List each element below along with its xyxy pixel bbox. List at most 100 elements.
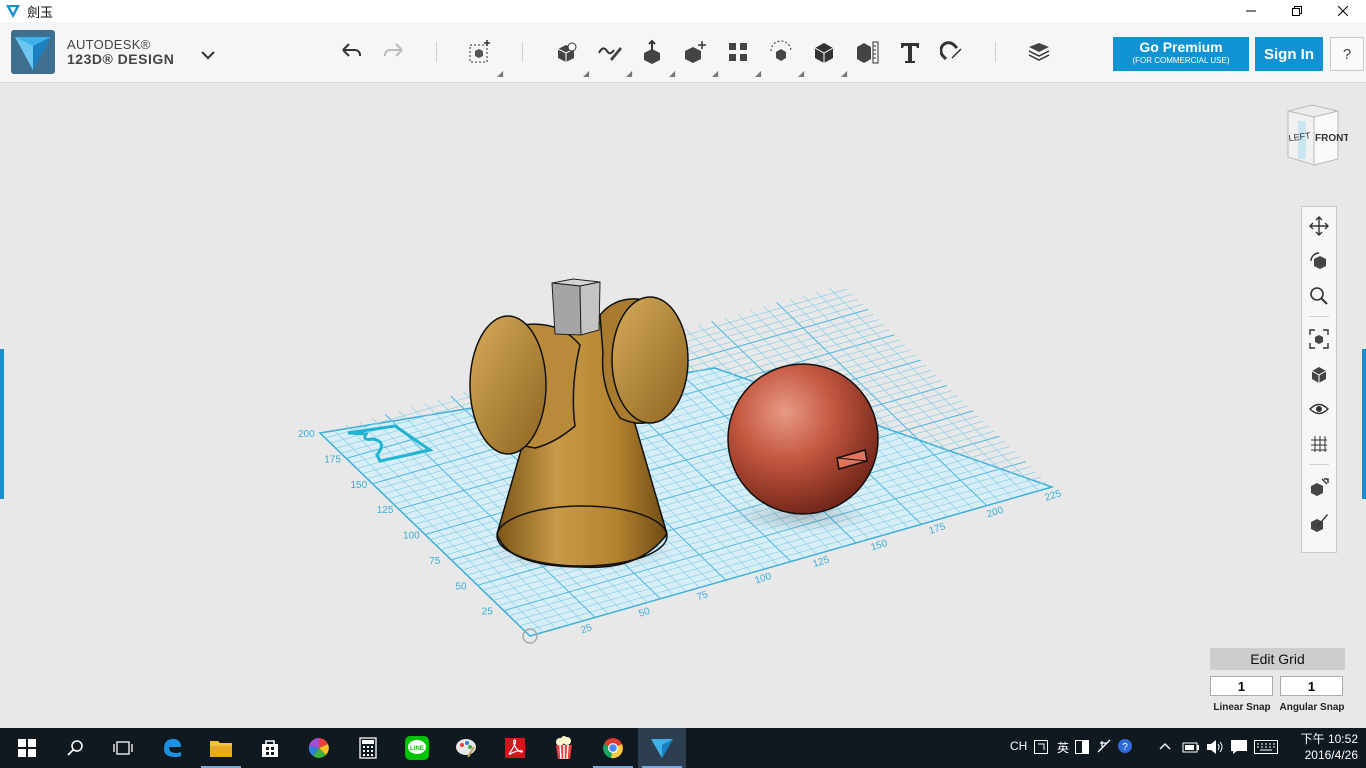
action-center-icon[interactable] <box>1230 739 1248 755</box>
snap-nav-button[interactable] <box>1306 474 1332 500</box>
visibility-button[interactable] <box>1306 396 1332 422</box>
go-premium-button[interactable]: Go Premium (FOR COMMERCIAL USE) <box>1113 37 1249 71</box>
show-hidden-icons-icon[interactable] <box>1158 741 1172 751</box>
kendama-ball[interactable] <box>727 363 879 515</box>
combine-button[interactable] <box>808 36 840 68</box>
edge-icon <box>164 739 181 757</box>
viewcube-front-label[interactable]: FRONT <box>1315 133 1349 144</box>
text-button[interactable] <box>894 36 926 68</box>
linear-snap-input[interactable]: 1 <box>1210 676 1273 696</box>
fit-icon <box>1309 329 1329 349</box>
materials-button[interactable] <box>1023 36 1055 68</box>
help-button[interactable]: ? <box>1330 37 1364 71</box>
grid-tick-label: 150 <box>870 538 890 554</box>
chevron-down-icon[interactable] <box>199 49 217 61</box>
grid-tick-label: 100 <box>754 571 774 587</box>
123d-logo-icon[interactable] <box>11 30 55 74</box>
grid-tick-label: 200 <box>986 505 1006 521</box>
kendama-spike-block[interactable] <box>551 278 601 336</box>
pattern-button[interactable] <box>722 36 754 68</box>
taskbar-chrome[interactable] <box>589 728 637 768</box>
view-button[interactable] <box>1306 361 1332 387</box>
windows-taskbar: LINE CH 英 ? 下午 10:52 2016/4/26 <box>0 728 1366 768</box>
measure-icon <box>857 41 879 64</box>
scene-canvas[interactable]: 25 50 75 100 125 150 175 200 25 50 75 100 125 150 175 2… <box>0 83 1366 728</box>
start-button[interactable] <box>3 728 51 768</box>
edit-grid-button[interactable]: Edit Grid <box>1210 648 1345 670</box>
123d-design-icon <box>651 739 673 758</box>
tray-ime-mode[interactable]: 英 <box>1057 739 1069 756</box>
dropdown-caret: ◢ <box>841 69 848 78</box>
chrome-icon <box>603 738 623 759</box>
task-view-button[interactable] <box>99 728 147 768</box>
svg-text:?: ? <box>1122 742 1128 753</box>
taskbar-picasa[interactable] <box>295 728 343 768</box>
primitives-button[interactable] <box>550 36 582 68</box>
orbit-button[interactable] <box>1306 248 1332 274</box>
material-button[interactable] <box>1306 509 1332 535</box>
group-button[interactable] <box>765 36 797 68</box>
measure-button[interactable] <box>851 36 883 68</box>
halfwidth-icon[interactable] <box>1075 740 1089 754</box>
zoom-button[interactable] <box>1306 283 1332 309</box>
redo-button[interactable] <box>378 36 410 68</box>
kendama-right-cup[interactable] <box>599 296 689 424</box>
dropdown-caret: ◢ <box>755 69 762 78</box>
brand-line2: 123D® DESIGN <box>67 51 175 67</box>
left-panel-tab[interactable] <box>0 349 4 499</box>
pan-button[interactable] <box>1306 213 1332 239</box>
grid-tick-label: 175 <box>928 521 948 537</box>
taskbar-explorer[interactable] <box>197 728 245 768</box>
clock-time: 下午 10:52 <box>1300 732 1358 746</box>
popcorn-icon <box>556 736 572 760</box>
ime-toggle-icon[interactable] <box>1034 740 1048 754</box>
battery-icon[interactable] <box>1182 740 1200 754</box>
undo-button[interactable] <box>335 36 367 68</box>
explorer-icon <box>210 741 232 757</box>
navigation-bar <box>1301 206 1337 553</box>
redo-icon <box>384 43 403 57</box>
3d-viewport[interactable]: 25 50 75 100 125 150 175 200 25 50 75 100 125 150 175 2… <box>0 83 1366 728</box>
keyboard-icon[interactable] <box>1254 740 1278 754</box>
view-cube[interactable]: LEFT FRONT <box>1278 103 1349 173</box>
taskbar-clock[interactable]: 下午 10:52 2016/4/26 <box>1301 731 1358 763</box>
dropdown-caret: ◢ <box>798 69 805 78</box>
paint-icon <box>456 739 476 758</box>
grid-button[interactable] <box>1306 431 1332 457</box>
taskbar-store[interactable] <box>246 728 294 768</box>
construct-button[interactable] <box>636 36 668 68</box>
modify-button[interactable] <box>679 36 711 68</box>
view-icon <box>1311 367 1327 383</box>
volume-icon[interactable] <box>1206 739 1224 755</box>
taskbar-paint[interactable] <box>442 728 490 768</box>
ime-settings-icon[interactable] <box>1096 739 1112 755</box>
fit-button[interactable] <box>1306 326 1332 352</box>
taskbar-123d-design[interactable] <box>638 728 686 768</box>
kendama-left-cup[interactable] <box>469 315 581 455</box>
sketch-button[interactable] <box>593 36 625 68</box>
tray-language[interactable]: CH <box>1010 739 1027 753</box>
taskbar-edge[interactable] <box>148 728 196 768</box>
dropdown-caret: ◢ <box>626 69 633 78</box>
taskbar-line[interactable]: LINE <box>393 728 441 768</box>
angular-snap-input[interactable]: 1 <box>1280 676 1343 696</box>
transform-button[interactable] <box>464 36 496 68</box>
restore-icon[interactable] <box>1274 0 1320 22</box>
grid-tick-label: 125 <box>812 554 832 570</box>
task-view-icon <box>113 741 133 755</box>
svg-text:LINE: LINE <box>410 746 424 752</box>
grid-tick-label: 125 <box>377 505 394 516</box>
grid-icon <box>1311 436 1327 452</box>
search-button[interactable] <box>51 728 99 768</box>
minimize-icon[interactable] <box>1228 0 1274 22</box>
taskbar-acrobat[interactable] <box>491 728 539 768</box>
taskbar-calculator[interactable] <box>344 728 392 768</box>
zoom-icon <box>1310 287 1328 305</box>
close-icon[interactable] <box>1320 0 1366 22</box>
snap-button[interactable] <box>937 36 969 68</box>
sign-in-button[interactable]: Sign In <box>1255 37 1323 71</box>
help-circle-icon[interactable]: ? <box>1117 738 1133 754</box>
grid-tick-label: 75 <box>429 556 441 567</box>
taskbar-popcorn[interactable] <box>540 728 588 768</box>
right-panel-tab[interactable] <box>1362 349 1366 499</box>
